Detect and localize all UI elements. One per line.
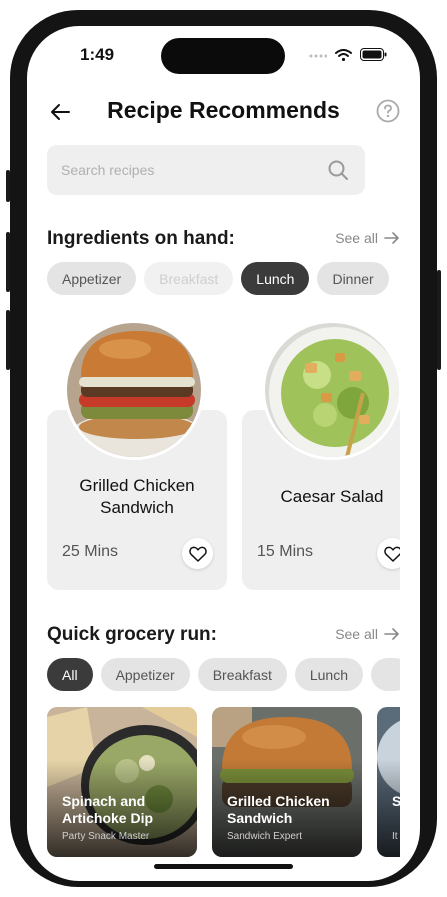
search-icon[interactable] — [327, 159, 349, 181]
chip-dinner[interactable]: Dinner — [317, 262, 389, 295]
help-icon[interactable] — [376, 99, 400, 123]
silent-switch — [6, 170, 10, 202]
recipe-image-salad — [262, 320, 400, 460]
grocery-card[interactable]: Spinach and Artichoke Dip Party Snack Ma… — [47, 707, 197, 857]
recipe-time: 15 Mins — [257, 543, 314, 560]
grocery-section-header: Quick grocery run: See all — [47, 622, 400, 650]
ingredients-section-header: Ingredients on hand: See all — [47, 226, 400, 254]
power-button — [437, 270, 441, 370]
grocery-chips: All Appetizer Breakfast Lunch — [47, 658, 400, 691]
home-indicator — [154, 864, 293, 869]
status-time: 1:49 — [80, 45, 115, 64]
arrow-right-icon — [384, 232, 399, 244]
arrow-right-icon — [384, 628, 399, 640]
ingredients-chip-scroller: Appetizer Breakfast Lunch Dinner — [47, 262, 400, 298]
see-all-label: See all — [335, 230, 378, 246]
battery-icon — [360, 48, 387, 61]
see-all-label: See all — [335, 626, 378, 642]
chip-breakfast[interactable]: Breakfast — [197, 658, 287, 691]
chip-lunch[interactable]: Lunch — [294, 658, 364, 691]
chip-all[interactable]: All — [47, 658, 93, 691]
header: Recipe Recommends — [27, 94, 420, 130]
chip-more[interactable] — [371, 658, 400, 691]
grocery-card-title: Grilled Chicken Sandwich — [227, 793, 330, 826]
heart-icon — [188, 546, 207, 562]
recipe-time: 25 Mins — [62, 543, 119, 560]
search-input[interactable] — [61, 145, 311, 195]
recipe-name: Grilled Chicken Sandwich — [79, 476, 195, 517]
recipe-card-scroller: Grilled Chicken Sandwich 25 Mins Caesar … — [47, 320, 400, 592]
signal-icon — [309, 54, 327, 57]
heart-icon — [383, 546, 400, 562]
recipe-name: Caesar Salad — [280, 487, 384, 506]
grocery-card[interactable]: Grilled Chicken Sandwich Sandwich Expert — [212, 707, 362, 857]
volume-down-button — [6, 310, 10, 370]
grocery-card-title: S M — [392, 793, 400, 809]
grocery-card-subtitle: Party Snack Master — [62, 831, 150, 842]
grocery-card-subtitle: It — [392, 831, 398, 842]
dynamic-island — [161, 38, 285, 74]
status-icons — [309, 48, 387, 61]
search-bar — [47, 145, 365, 195]
grocery-card-subtitle: Sandwich Expert — [227, 831, 303, 842]
grocery-title: Quick grocery run: — [47, 624, 217, 645]
favorite-button[interactable] — [182, 538, 213, 569]
chip-appetizer[interactable]: Appetizer — [100, 658, 190, 691]
grocery-card-title: Spinach and Artichoke Dip — [62, 793, 154, 826]
app-screen: 1:49 Recipe Recommends Search recipes In… — [27, 26, 420, 881]
grocery-see-all-link[interactable]: See all — [335, 626, 400, 642]
chip-breakfast[interactable]: Breakfast — [144, 262, 234, 295]
volume-up-button — [6, 232, 10, 292]
chip-lunch[interactable]: Lunch — [241, 262, 310, 295]
grocery-card-scroller: Spinach and Artichoke Dip Party Snack Ma… — [47, 707, 400, 857]
ingredients-title: Ingredients on hand: — [47, 228, 235, 249]
grocery-card[interactable]: S M It — [377, 707, 400, 857]
grocery-chip-scroller: All Appetizer Breakfast Lunch — [47, 658, 400, 694]
recipe-image-sandwich — [64, 320, 204, 460]
favorite-button[interactable] — [377, 538, 400, 569]
wifi-icon — [335, 48, 352, 61]
page-title: Recipe Recommends — [107, 97, 340, 123]
ingredients-chips: Appetizer Breakfast Lunch Dinner — [47, 262, 389, 295]
chip-appetizer[interactable]: Appetizer — [47, 262, 137, 295]
ingredients-see-all-link[interactable]: See all — [335, 230, 400, 246]
